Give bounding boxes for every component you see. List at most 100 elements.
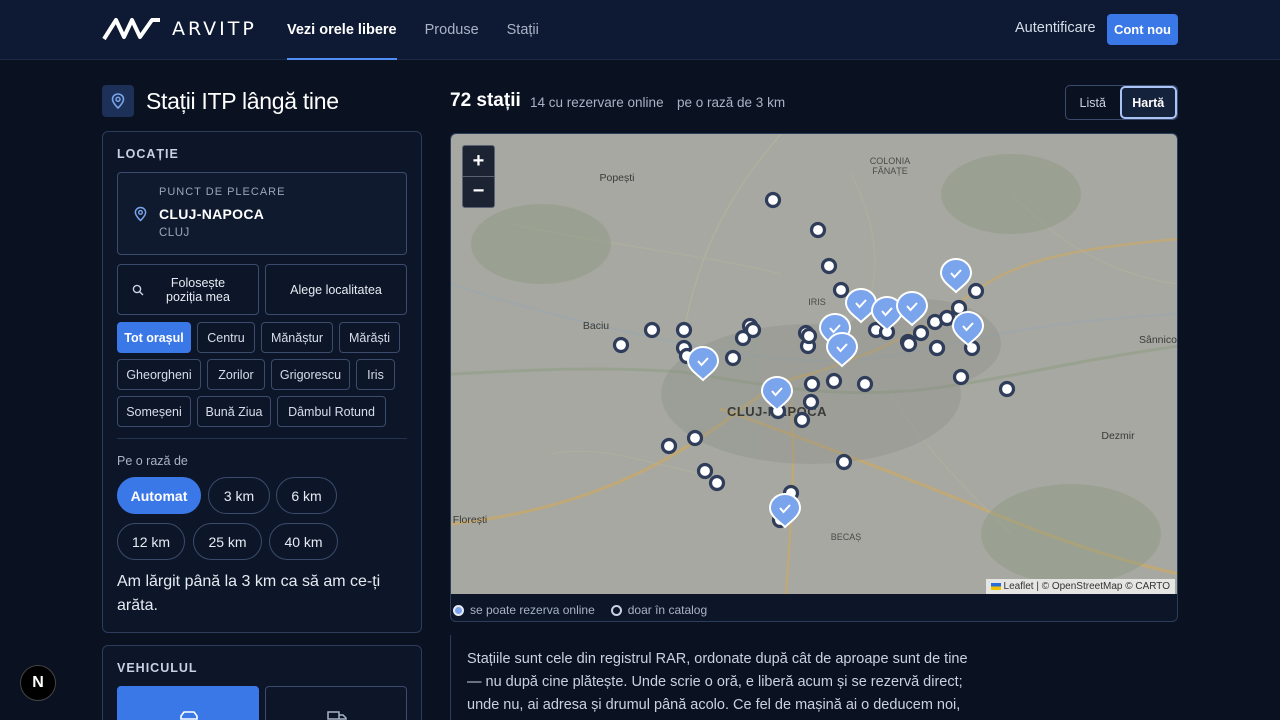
- radius-12km[interactable]: 12 km: [117, 523, 185, 560]
- zoom-out-button[interactable]: −: [463, 176, 494, 206]
- station-marker-catalog[interactable]: [967, 282, 985, 300]
- origin-card[interactable]: PUNCT DE PLECARE CLUJ-NAPOCA CLUJ: [117, 172, 407, 255]
- station-marker-catalog[interactable]: [724, 349, 742, 367]
- area-chip-someseni[interactable]: Someșeni: [117, 396, 191, 427]
- station-marker-catalog[interactable]: [696, 462, 714, 480]
- station-marker-catalog[interactable]: [900, 335, 918, 353]
- legend-online-label: se poate rezerva online: [470, 603, 595, 617]
- area-chip-buna-ziua[interactable]: Bună Ziua: [197, 396, 271, 427]
- station-marker-catalog[interactable]: [928, 339, 946, 357]
- station-marker-catalog[interactable]: [660, 437, 678, 455]
- nav-free-slots[interactable]: Vezi orele libere: [287, 0, 397, 60]
- map-attribution[interactable]: Leaflet | © OpenStreetMap © CARTO: [985, 579, 1175, 594]
- vehicle-panel: VEHICULUL: [102, 645, 422, 720]
- station-marker-catalog[interactable]: [832, 281, 850, 299]
- use-my-location-label: Folosește poziția mea: [166, 275, 230, 304]
- area-chip-grigorescu[interactable]: Grigorescu: [271, 359, 350, 390]
- page-title-row: Stații ITP lângă tine: [102, 85, 339, 117]
- station-marker-catalog[interactable]: [675, 321, 693, 339]
- zoom-control: + −: [462, 145, 495, 208]
- station-marker-catalog[interactable]: [802, 393, 820, 411]
- station-marker-catalog[interactable]: [643, 321, 661, 339]
- location-panel: LOCAȚIE PUNCT DE PLECARE CLUJ-NAPOCA CLU…: [102, 131, 422, 633]
- station-count: 72 stații: [450, 90, 521, 111]
- use-my-location-button[interactable]: Folosește poziția mea: [117, 264, 259, 315]
- station-marker-online[interactable]: [939, 257, 973, 294]
- station-marker-catalog[interactable]: [938, 309, 956, 327]
- ukraine-flag-icon: [990, 583, 1001, 590]
- radius-6km[interactable]: 6 km: [276, 477, 337, 514]
- radius-3km[interactable]: 3 km: [208, 477, 270, 514]
- station-marker-catalog[interactable]: [825, 372, 843, 390]
- vehicle-van-option[interactable]: [265, 686, 407, 720]
- legend-catalog-label: doar în catalog: [627, 603, 708, 617]
- radius-25km[interactable]: 25 km: [193, 523, 262, 560]
- origin-city: CLUJ-NAPOCA: [159, 206, 265, 222]
- brand-name: ARVITP: [172, 18, 257, 40]
- legend-catalog: doar în catalog: [610, 603, 708, 617]
- station-marker-online[interactable]: [895, 290, 929, 327]
- online-count: 14 cu rezervare online: [530, 95, 664, 110]
- online-marker-icon: [453, 604, 464, 616]
- radius-auto[interactable]: Automat: [117, 477, 201, 514]
- description-text: Stațiile sunt cele din registrul RAR, or…: [467, 651, 968, 713]
- nav-products[interactable]: Produse: [425, 0, 479, 60]
- attribution-text: Leaflet | © OpenStreetMap © CARTO: [1003, 581, 1170, 592]
- divider: [117, 438, 407, 439]
- area-chip-manastur[interactable]: Mănăștur: [261, 322, 333, 353]
- main-nav: Vezi orele libere Produse Stații: [287, 0, 539, 60]
- station-marker-catalog[interactable]: [708, 474, 726, 492]
- description: Stațiile sunt cele din registrul RAR, or…: [450, 635, 1178, 720]
- catalog-marker-icon: [610, 604, 622, 616]
- station-marker-catalog[interactable]: [800, 327, 818, 345]
- station-marker-catalog[interactable]: [820, 257, 838, 275]
- area-chip-tot-orasul[interactable]: Tot orașul: [117, 322, 191, 353]
- radius-label: Pe o rază de: [117, 454, 188, 468]
- area-chip-marasti[interactable]: Mărăști: [339, 322, 400, 353]
- view-map-button[interactable]: Hartă: [1119, 86, 1177, 119]
- pick-locality-button[interactable]: Alege localitatea: [265, 264, 407, 315]
- top-navigation-bar: ARVITP Vezi orele libere Produse Stații …: [0, 0, 1280, 60]
- area-chip-zorilor[interactable]: Zorilor: [207, 359, 265, 390]
- area-chip-iris[interactable]: Iris: [356, 359, 395, 390]
- station-marker-catalog[interactable]: [912, 324, 930, 342]
- zoom-in-button[interactable]: +: [463, 146, 494, 176]
- location-pin-icon: [102, 85, 134, 117]
- map-legend: se poate rezerva online doar în catalog: [451, 600, 707, 620]
- station-marker-online[interactable]: [760, 375, 794, 412]
- station-marker-online[interactable]: [825, 331, 859, 368]
- signup-button[interactable]: Cont nou: [1107, 14, 1178, 45]
- van-icon: [327, 711, 347, 720]
- station-marker-catalog[interactable]: [793, 411, 811, 429]
- page-title: Stații ITP lângă tine: [146, 87, 339, 114]
- station-marker-catalog[interactable]: [809, 221, 827, 239]
- brand-logo[interactable]: ARVITP: [102, 17, 257, 41]
- radius-40km[interactable]: 40 km: [269, 523, 338, 560]
- station-marker-online[interactable]: [951, 310, 985, 347]
- origin-county: CLUJ: [159, 227, 190, 239]
- origin-caption: PUNCT DE PLECARE: [159, 186, 286, 198]
- area-chip-centru[interactable]: Centru: [197, 322, 255, 353]
- view-list-button[interactable]: Listă: [1066, 86, 1120, 119]
- station-marker-online[interactable]: [844, 287, 878, 324]
- stations-map[interactable]: Popești COLONIA FĂNAȚE IRIS Baciu Sânnic…: [451, 134, 1177, 594]
- dev-badge-icon[interactable]: N: [20, 665, 56, 701]
- map-markers: [612, 191, 1016, 529]
- station-marker-catalog[interactable]: [952, 368, 970, 386]
- area-chip-gheorgheni[interactable]: Gheorgheni: [117, 359, 201, 390]
- vehicle-car-option[interactable]: [117, 686, 259, 720]
- station-marker-online[interactable]: [686, 345, 720, 382]
- station-marker-catalog[interactable]: [998, 380, 1016, 398]
- nav-stations[interactable]: Stații: [507, 0, 539, 60]
- station-marker-catalog[interactable]: [686, 429, 704, 447]
- area-chip-dambul-rotund[interactable]: Dâmbul Rotund: [277, 396, 386, 427]
- signin-link[interactable]: Autentificare: [1015, 20, 1096, 36]
- station-marker-catalog[interactable]: [803, 375, 821, 393]
- station-marker-catalog[interactable]: [744, 321, 762, 339]
- location-pin-icon: [134, 206, 147, 222]
- station-marker-catalog[interactable]: [835, 453, 853, 471]
- station-marker-catalog[interactable]: [856, 375, 874, 393]
- search-icon: [132, 284, 144, 295]
- station-marker-catalog[interactable]: [764, 191, 782, 209]
- station-marker-catalog[interactable]: [612, 336, 630, 354]
